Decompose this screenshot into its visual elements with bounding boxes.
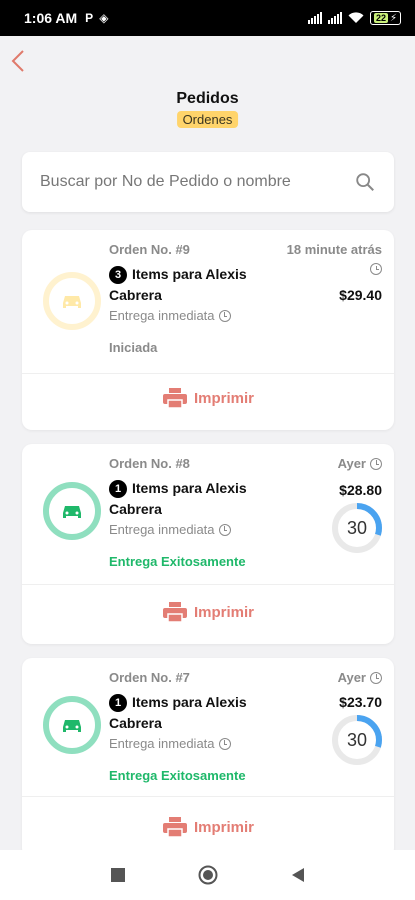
car-icon [63,296,81,308]
clock-icon [370,671,382,684]
divider [22,584,394,585]
parking-icon: P [85,11,94,25]
back-nav-button[interactable] [288,865,308,885]
back-button[interactable] [6,44,30,74]
battery-level: 22 [373,13,388,23]
divider [22,796,394,797]
car-icon [63,506,81,518]
item-count-badge: 1 [109,694,127,712]
delivery-label: Entrega inmediata [109,522,215,537]
order-items: 1 Items para Alexis Cabrera [109,478,269,520]
chevron-left-icon [11,50,24,72]
order-time: Ayer [338,670,382,685]
order-items: 1 Items para Alexis Cabrera [109,692,269,734]
home-circle-icon [198,865,217,885]
progress-ring: 30 [330,501,384,555]
items-text: Items para Alexis Cabrera [109,480,247,517]
car-icon-circle [43,272,101,330]
delivery-label: Entrega inmediata [109,308,215,323]
order-price: $29.40 [339,287,382,303]
order-time: 18 minute atrás [287,242,382,257]
item-count-badge: 3 [109,266,127,284]
print-button[interactable]: Imprimir [22,601,394,623]
status-bar: 1:06 AM P ◈ 22 ⚡ [0,0,415,36]
clock-icon [370,263,382,275]
delivery-type: Entrega inmediata [109,308,231,323]
battery-icon: 22 ⚡ [369,11,401,25]
progress-ring: 30 [330,713,384,767]
order-number: Orden No. #8 [109,456,190,471]
items-text: Items para Alexis Cabrera [109,266,247,303]
order-card[interactable]: Orden No. #7 1 Items para Alexis Cabrera … [22,658,394,858]
search-icon[interactable] [354,171,376,193]
clock-icon [218,737,231,750]
printer-icon [162,388,187,409]
items-text: Items para Alexis Cabrera [109,694,247,731]
printer-icon [162,817,187,838]
diamond-icon: ◈ [99,11,109,25]
order-status: Iniciada [109,340,158,355]
recents-button[interactable] [108,865,128,885]
time-ago-text: 18 minute atrás [286,242,382,257]
order-time: Ayer [338,456,382,471]
search-box [22,152,394,212]
page-title: Pedidos [176,90,239,107]
order-card[interactable]: Orden No. #8 1 Items para Alexis Cabrera … [22,444,394,644]
item-count-badge: 1 [109,480,127,498]
progress-value: 30 [346,730,368,750]
wifi-icon [348,12,364,23]
triangle-back-icon [291,868,304,882]
order-price: $28.80 [339,482,382,498]
print-button[interactable]: Imprimir [22,387,394,409]
order-status: Entrega Exitosamente [109,554,246,569]
car-icon [63,720,81,732]
order-status: Entrega Exitosamente [109,768,246,783]
delivery-label: Entrega inmediata [109,736,215,751]
order-price: $23.70 [339,694,382,710]
top-bar: Pedidos Ordenes [0,36,415,136]
order-items: 3 Items para Alexis Cabrera [109,264,269,306]
clock-icon [218,523,231,536]
search-input[interactable] [40,173,354,191]
printer-icon [162,602,187,623]
order-card[interactable]: Orden No. #9 3 Items para Alexis Cabrera … [22,230,394,430]
time-ago-text: Ayer [337,456,366,471]
clock-icon [370,457,382,470]
print-button[interactable]: Imprimir [22,816,394,838]
signal-icon [327,12,342,24]
print-label: Imprimir [193,389,254,407]
divider [22,373,394,374]
status-time: 1:06 AM [24,10,78,26]
progress-value: 30 [346,518,368,538]
order-number: Orden No. #7 [109,670,190,685]
signal-icon [307,12,322,24]
clock-icon [218,309,231,322]
system-nav-bar [0,850,415,900]
home-button[interactable] [198,865,218,885]
delivery-type: Entrega inmediata [109,522,231,537]
square-icon [110,868,125,882]
print-label: Imprimir [193,818,254,836]
order-number: Orden No. #9 [109,242,190,257]
delivery-type: Entrega inmediata [109,736,231,751]
print-label: Imprimir [193,603,254,621]
car-icon-circle [43,482,101,540]
car-icon-circle [43,696,101,754]
time-ago-text: Ayer [337,670,366,685]
subtitle-badge: Ordenes [176,111,239,128]
